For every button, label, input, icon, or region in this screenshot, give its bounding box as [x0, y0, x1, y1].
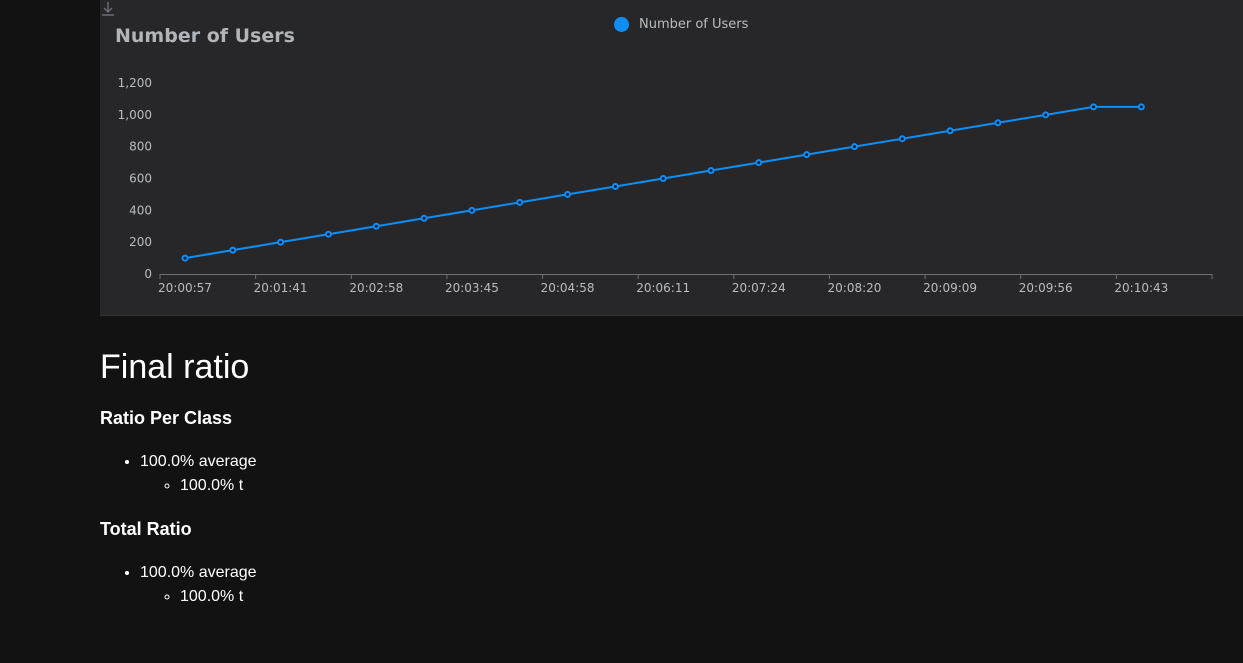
y-tick-label: 200 — [129, 235, 152, 249]
data-point — [324, 230, 332, 238]
data-point — [277, 238, 285, 246]
sub-list-item: 100.0% t — [180, 585, 1200, 609]
data-point — [850, 143, 858, 151]
data-point — [659, 175, 667, 182]
list-item: 100.0% average 100.0% t — [140, 450, 1200, 498]
x-tick-label: 20:03:45 — [445, 281, 499, 295]
x-tick-label: 20:08:20 — [828, 281, 882, 295]
data-point — [946, 127, 954, 135]
data-point — [468, 206, 476, 214]
x-tick-label: 20:10:43 — [1114, 281, 1168, 295]
list-item: 100.0% average 100.0% t — [140, 561, 1200, 609]
data-point — [755, 159, 763, 167]
data-point — [803, 151, 811, 159]
y-tick-label: 800 — [129, 140, 152, 154]
x-tick-label: 20:04:58 — [541, 281, 595, 295]
data-point — [516, 198, 524, 206]
y-tick-label: 0 — [144, 267, 152, 281]
total-ratio-list: 100.0% average 100.0% t — [100, 561, 1200, 609]
data-point — [707, 167, 715, 175]
ratio-per-class-list: 100.0% average 100.0% t — [100, 450, 1200, 498]
data-point — [994, 119, 1002, 127]
data-point — [229, 246, 237, 254]
x-tick-label: 20:00:57 — [158, 281, 212, 295]
list-item-text: 100.0% average — [140, 453, 257, 470]
section-title-total-ratio: Total Ratio — [100, 519, 192, 539]
sub-list-item: 100.0% t — [180, 474, 1200, 498]
y-tick-label: 1,200 — [118, 76, 152, 90]
x-tick-label: 20:09:09 — [923, 281, 977, 295]
y-tick-label: 400 — [129, 203, 152, 217]
data-point — [1090, 103, 1098, 111]
list-item-text: 100.0% average — [140, 564, 257, 581]
final-ratio-report: Final ratio Ratio Per Class 100.0% avera… — [100, 340, 1200, 609]
data-point — [564, 190, 572, 198]
data-point — [181, 254, 189, 262]
x-tick-label: 20:01:41 — [254, 281, 308, 295]
x-tick-label: 20:09:56 — [1019, 281, 1073, 295]
x-tick-label: 20:06:11 — [636, 281, 690, 295]
data-point — [1137, 103, 1145, 111]
sub-list: 100.0% t — [140, 585, 1200, 609]
x-tick-label: 20:02:58 — [349, 281, 403, 295]
sub-list: 100.0% t — [140, 474, 1200, 498]
x-tick-label: 20:07:24 — [732, 281, 786, 295]
page-title: Final ratio — [100, 348, 250, 386]
data-point — [898, 135, 906, 143]
chart-panel: Number of Users Number of Users 0 200 400 6… — [100, 0, 1243, 316]
y-tick-label: 600 — [129, 172, 152, 186]
data-point — [372, 222, 380, 230]
data-point — [420, 214, 428, 222]
data-point — [611, 182, 619, 190]
section-title-ratio-per-class: Ratio Per Class — [100, 408, 233, 428]
users-line-chart: 0 200 400 600 800 1,000 1,200 20:00:57 20:01:41 2… — [118, 76, 1213, 295]
y-tick-label: 1,000 — [118, 108, 152, 122]
data-point — [1042, 111, 1050, 119]
